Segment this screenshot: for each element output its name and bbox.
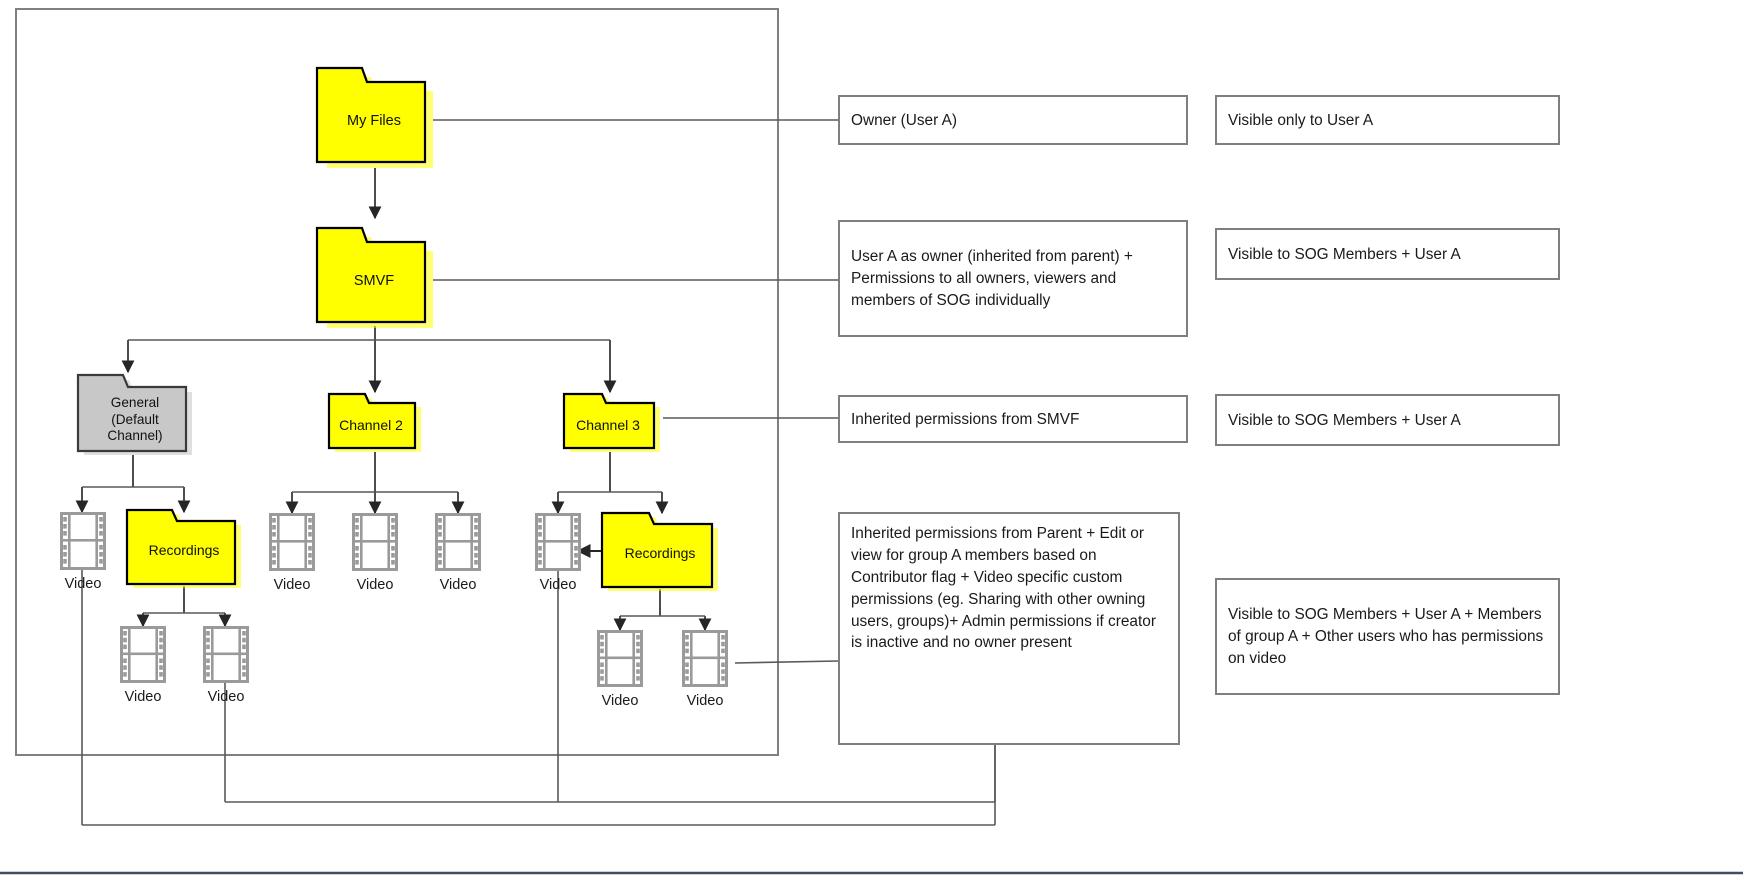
note-owner-user-a: Owner (User A) bbox=[838, 95, 1188, 145]
note-text: Inherited permissions from SMVF bbox=[851, 410, 1080, 428]
folder-label: General (Default Channel) bbox=[107, 395, 163, 444]
film-strip-icon bbox=[120, 626, 166, 683]
note-visible-sog-user-a-smvf: Visible to SOG Members + User A bbox=[1215, 228, 1560, 280]
folder-label: Recordings bbox=[148, 542, 220, 559]
video-label: Video bbox=[686, 693, 724, 709]
note-text: Visible only to User A bbox=[1228, 111, 1374, 129]
film-strip-icon bbox=[352, 513, 398, 571]
video-label: Video bbox=[539, 577, 577, 593]
video-node[interactable]: Video bbox=[597, 630, 643, 709]
note-text: Visible to SOG Members + User A + Member… bbox=[1228, 606, 1544, 667]
folder-smvf[interactable]: SMVF bbox=[315, 226, 433, 328]
folder-recordings-general[interactable]: Recordings bbox=[125, 508, 243, 588]
film-strip-icon bbox=[269, 513, 315, 571]
film-strip-icon bbox=[60, 512, 106, 570]
video-label: Video bbox=[64, 576, 102, 592]
folder-label: Channel 2 bbox=[339, 416, 403, 433]
folder-label: Recordings bbox=[624, 545, 696, 562]
folder-label: Channel 3 bbox=[576, 416, 640, 433]
folder-channel-3[interactable]: Channel 3 bbox=[562, 392, 662, 452]
video-node[interactable]: Video bbox=[60, 512, 106, 592]
video-node[interactable]: Video bbox=[269, 513, 315, 593]
video-label: Video bbox=[124, 689, 162, 705]
video-node[interactable]: Video bbox=[435, 513, 481, 593]
note-text: User A as owner (inherited from parent) … bbox=[851, 248, 1133, 309]
note-text: Owner (User A) bbox=[851, 111, 958, 129]
note-text: Inherited permissions from Parent + Edit… bbox=[851, 525, 1156, 652]
film-strip-icon bbox=[435, 513, 481, 571]
video-label: Video bbox=[273, 577, 311, 593]
video-node[interactable]: Video bbox=[352, 513, 398, 593]
video-node[interactable]: Video bbox=[535, 513, 581, 593]
video-label: Video bbox=[601, 693, 639, 709]
folder-label: My Files bbox=[347, 113, 401, 130]
film-strip-icon bbox=[203, 626, 249, 683]
note-visible-sog-user-a-channel: Visible to SOG Members + User A bbox=[1215, 394, 1560, 446]
folder-label: SMVF bbox=[353, 273, 395, 290]
video-label: Video bbox=[207, 689, 245, 705]
note-smvf-permissions: User A as owner (inherited from parent) … bbox=[838, 220, 1188, 337]
video-label: Video bbox=[356, 577, 394, 593]
note-text: Visible to SOG Members + User A bbox=[1228, 411, 1461, 429]
diagram-canvas: My Files SMVF General (Default Channel) … bbox=[0, 0, 1743, 882]
folder-general-default-channel[interactable]: General (Default Channel) bbox=[76, 373, 194, 455]
film-strip-icon bbox=[535, 513, 581, 571]
folder-channel-2[interactable]: Channel 2 bbox=[327, 392, 423, 452]
film-strip-icon bbox=[682, 630, 728, 687]
video-label: Video bbox=[439, 577, 477, 593]
video-node[interactable]: Video bbox=[682, 630, 728, 709]
video-node[interactable]: Video bbox=[120, 626, 166, 705]
folder-my-files[interactable]: My Files bbox=[315, 66, 433, 168]
film-strip-icon bbox=[597, 630, 643, 687]
note-visible-only-user-a: Visible only to User A bbox=[1215, 95, 1560, 145]
note-inherited-from-smvf: Inherited permissions from SMVF bbox=[838, 395, 1188, 443]
folder-recordings-channel-3[interactable]: Recordings bbox=[600, 511, 720, 591]
note-visible-sog-group-a-video: Visible to SOG Members + User A + Member… bbox=[1215, 578, 1560, 695]
note-video-permissions: Inherited permissions from Parent + Edit… bbox=[838, 512, 1180, 745]
note-text: Visible to SOG Members + User A bbox=[1228, 245, 1461, 263]
video-node[interactable]: Video bbox=[203, 626, 249, 705]
